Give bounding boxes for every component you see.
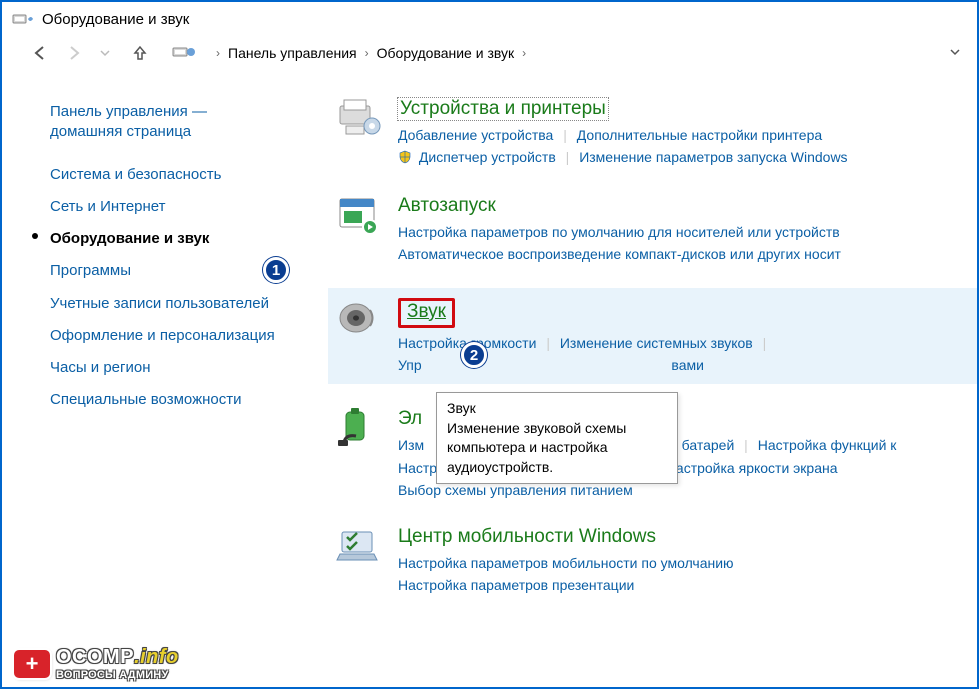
sidebar-item-accessibility[interactable]: Специальные возможности	[50, 384, 280, 416]
window-title: Оборудование и звук	[42, 11, 189, 28]
link-windows-startup[interactable]: Изменение параметров запуска Windows	[579, 149, 847, 165]
category-sound: Звук Настройка громкости | Изменение сис…	[328, 288, 977, 385]
chevron-right-icon[interactable]: ›	[357, 46, 377, 60]
category-title-mobility[interactable]: Центр мобильности Windows	[398, 526, 656, 548]
category-autoplay: Автозапуск Настройка параметров по умолч…	[336, 193, 977, 266]
sidebar-item-programs[interactable]: Программы	[50, 255, 280, 287]
autoplay-icon	[336, 193, 384, 241]
link-printer-settings[interactable]: Дополнительные настройки принтера	[577, 127, 822, 143]
content-area: Панель управления — домашняя страница Си…	[2, 74, 977, 618]
link-power-battery-a[interactable]: Изм	[398, 437, 424, 453]
annotation-badge-2: 2	[461, 342, 487, 368]
sidebar-item-network[interactable]: Сеть и Интернет	[50, 191, 280, 223]
watermark-brand: OCOMP	[56, 646, 134, 668]
category-mobility: Центр мобильности Windows Настройка пара…	[336, 524, 977, 597]
link-add-device[interactable]: Добавление устройства	[398, 127, 553, 143]
category-title-devices[interactable]: Устройства и принтеры	[398, 98, 608, 120]
breadcrumb-control-panel[interactable]: Панель управления	[228, 45, 357, 61]
selected-bullet-icon	[32, 233, 38, 239]
link-presentation[interactable]: Настройка параметров презентации	[398, 577, 634, 593]
category-devices-printers: Устройства и принтеры Добавление устройс…	[336, 96, 977, 171]
title-bar: Оборудование и звук	[2, 2, 977, 38]
address-dropdown-icon[interactable]	[949, 45, 965, 61]
sidebar-item-clock-region[interactable]: Часы и регион	[50, 352, 280, 384]
category-title-sound[interactable]: Звук	[407, 301, 446, 322]
back-button[interactable]	[30, 42, 52, 64]
address-icon	[172, 42, 196, 64]
up-button[interactable]	[130, 43, 150, 63]
sidebar-item-user-accounts[interactable]: Учетные записи пользователей	[50, 288, 280, 320]
link-power-scheme[interactable]: Выбор схемы управления питанием	[398, 482, 633, 498]
tooltip-title: Звук	[447, 399, 667, 419]
shield-icon	[398, 148, 412, 170]
link-device-manager[interactable]: Диспетчер устройств	[419, 149, 556, 165]
main-panel: Устройства и принтеры Добавление устройс…	[292, 96, 977, 618]
link-manage-audio-a[interactable]: Упр	[398, 357, 422, 373]
forward-button[interactable]	[62, 42, 84, 64]
category-title-power[interactable]: Эл	[398, 408, 422, 430]
power-icon	[336, 406, 384, 454]
breadcrumb[interactable]: › Панель управления › Оборудование и зву…	[208, 45, 939, 61]
sidebar-item-system-security[interactable]: Система и безопасность	[50, 159, 280, 191]
link-autoplay-defaults[interactable]: Настройка параметров по умолчанию для но…	[398, 224, 840, 240]
link-mobility-defaults[interactable]: Настройка параметров мобильности по умол…	[398, 555, 734, 571]
annotation-box-sound: Звук	[398, 298, 455, 328]
link-system-sounds[interactable]: Изменение системных звуков	[560, 335, 753, 351]
link-manage-audio-b[interactable]: вами	[671, 357, 704, 373]
chevron-right-icon[interactable]: ›	[514, 46, 534, 60]
link-brightness[interactable]: Настройка яркости экрана	[666, 460, 838, 476]
watermark-plus-icon: +	[14, 650, 50, 678]
chevron-right-icon[interactable]: ›	[208, 46, 228, 60]
tooltip: Звук Изменение звуковой схемы компьютера…	[436, 392, 678, 484]
sound-icon	[336, 296, 384, 344]
breadcrumb-hardware-sound[interactable]: Оборудование и звук	[377, 45, 515, 61]
link-autoplay-cd[interactable]: Автоматическое воспроизведение компакт-д…	[398, 246, 841, 262]
mobility-icon	[336, 524, 384, 572]
sidebar-item-home[interactable]: Панель управления — домашняя страница	[50, 96, 280, 149]
watermark-tagline: ВОПРОСЫ АДМИНУ	[56, 669, 179, 681]
link-power-buttons[interactable]: Настройка функций к	[758, 437, 897, 453]
hardware-sound-icon	[12, 8, 34, 30]
sidebar: Панель управления — домашняя страница Си…	[2, 96, 292, 618]
devices-printers-icon	[336, 96, 384, 144]
sidebar-item-label: Оборудование и звук	[50, 230, 209, 247]
recent-dropdown-icon[interactable]	[94, 42, 116, 64]
tooltip-body: Изменение звуковой схемы компьютера и на…	[447, 419, 667, 478]
annotation-badge-1: 1	[263, 257, 289, 283]
category-title-autoplay[interactable]: Автозапуск	[398, 195, 496, 217]
sidebar-item-hardware-sound[interactable]: Оборудование и звук	[50, 223, 280, 255]
watermark: + OCOMP.info ВОПРОСЫ АДМИНУ	[14, 646, 179, 681]
navigation-bar: › Панель управления › Оборудование и зву…	[2, 38, 977, 74]
watermark-suffix: .info	[134, 646, 179, 668]
sidebar-item-appearance[interactable]: Оформление и персонализация	[50, 320, 280, 352]
